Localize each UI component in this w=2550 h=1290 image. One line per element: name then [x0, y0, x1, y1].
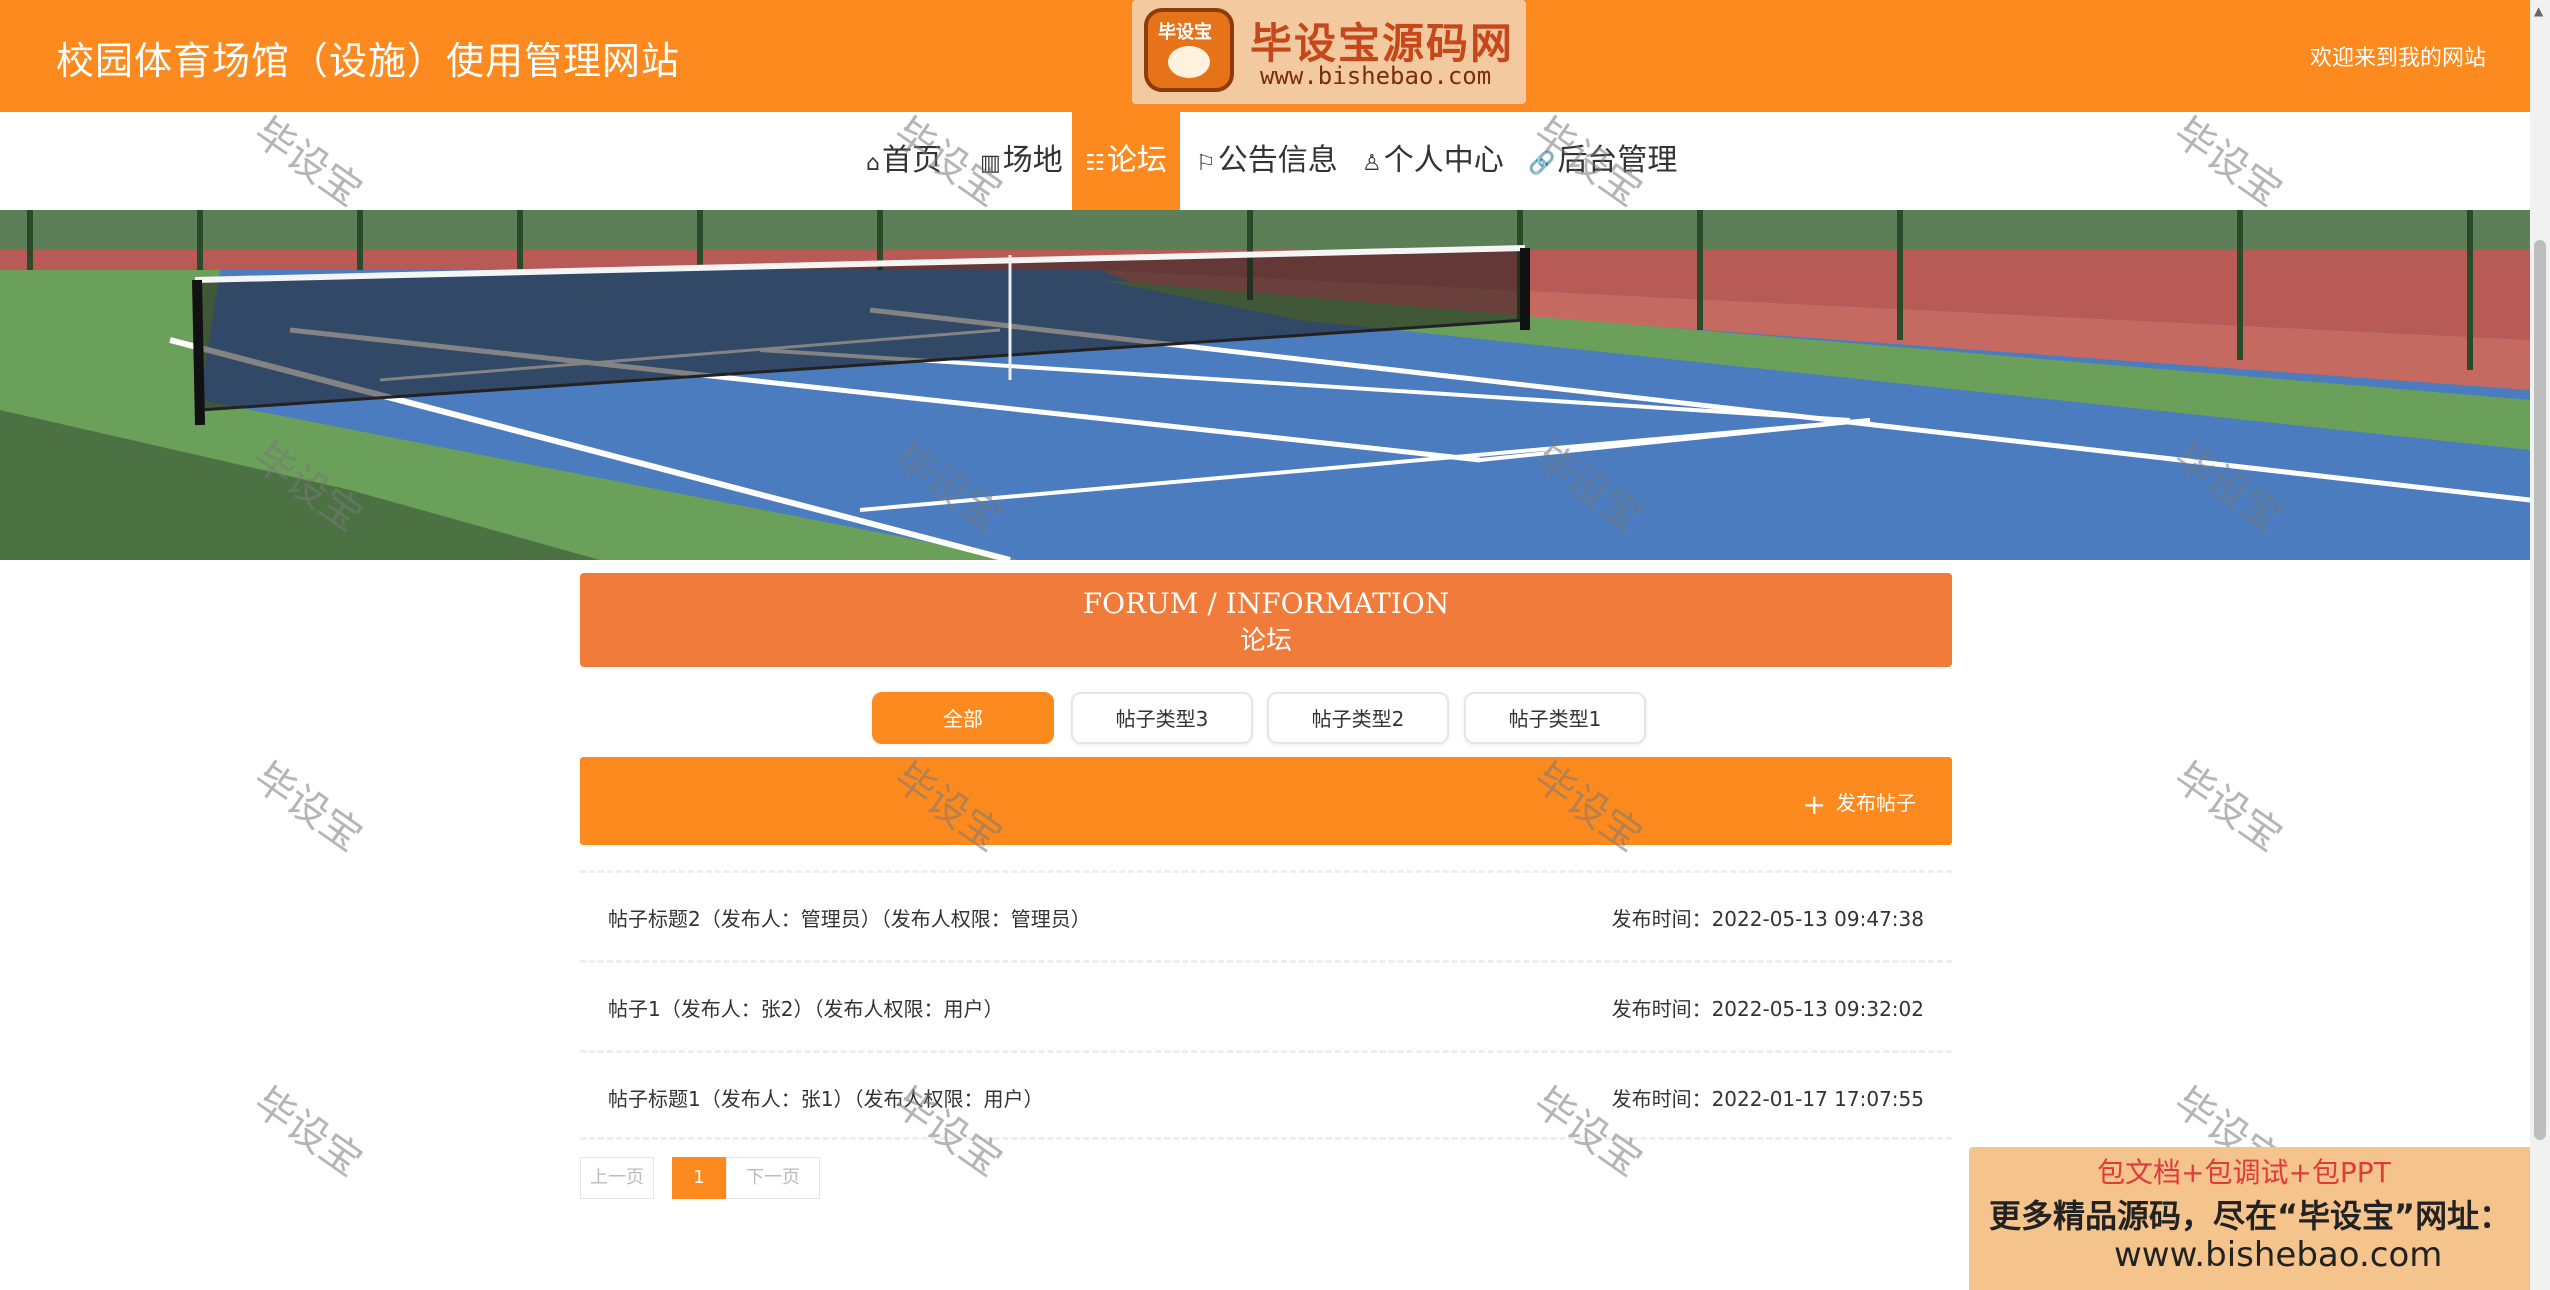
logo-badge-icon: 毕设宝: [1144, 8, 1234, 92]
post-title[interactable]: 帖子1（发布人：张2）（发布人权限：用户）: [608, 993, 1003, 1022]
nav-item-notice[interactable]: ⚐公告信息: [1196, 112, 1338, 210]
nav-item-user-center[interactable]: ♙个人中心: [1362, 112, 1504, 210]
user-icon: ♙: [1362, 151, 1382, 176]
forum-action-bar: + 发布帖子: [580, 757, 1952, 845]
post-type-tabs: 全部 帖子类型3 帖子类型2 帖子类型1: [0, 692, 2550, 744]
watermark: 毕设宝: [245, 754, 371, 861]
page-scrollbar[interactable]: ▲: [2530, 0, 2550, 1290]
tab-type1[interactable]: 帖子类型1: [1464, 692, 1646, 744]
link-icon: 🔗: [1528, 151, 1556, 176]
scrollbar-thumb[interactable]: [2534, 240, 2546, 1140]
home-icon: ⌂: [866, 151, 880, 176]
promo-banner[interactable]: 包文档+包调试+包PPT 更多精品源码，尽在“毕设宝”网址： www.bishe…: [1969, 1147, 2550, 1290]
tennis-court-photo: [0, 210, 2530, 560]
forum-icon: ☷: [1085, 151, 1105, 176]
flag-icon: ⚐: [1196, 151, 1216, 176]
welcome-text: 欢迎来到我的网站: [2309, 46, 2486, 71]
watermark: 毕设宝: [2165, 754, 2291, 861]
post-list: 帖子标题2（发布人：管理员）（发布人权限：管理员） 发布时间：2022-05-1…: [580, 870, 1952, 1140]
banner-carousel[interactable]: [0, 210, 2530, 560]
nav-item-venue[interactable]: ▥场地: [980, 112, 1063, 210]
header-bar: 校园体育场馆（设施）使用管理网站 毕设宝 毕设宝源码网 www.bishebao…: [0, 0, 2530, 112]
plus-icon: +: [1802, 788, 1826, 821]
tab-all[interactable]: 全部: [872, 692, 1054, 744]
prev-page-button[interactable]: 上一页: [580, 1157, 654, 1199]
post-time: 发布时间：2022-05-13 09:32:02: [1611, 997, 1924, 1021]
nav-item-forum[interactable]: ☷论坛: [1072, 112, 1180, 210]
logo: 毕设宝 毕设宝源码网 www.bishebao.com: [1132, 0, 1526, 104]
promo-line-2: 更多精品源码，尽在“毕设宝”网址：: [1989, 1197, 2512, 1235]
tab-type2[interactable]: 帖子类型2: [1267, 692, 1449, 744]
promo-line-3: www.bishebao.com: [2114, 1235, 2443, 1275]
post-title[interactable]: 帖子标题1（发布人：张1）（发布人权限：用户）: [608, 1083, 1043, 1112]
page: 校园体育场馆（设施）使用管理网站 毕设宝 毕设宝源码网 www.bishebao…: [0, 0, 2550, 1290]
promo-line-1: 包文档+包调试+包PPT: [2097, 1156, 2391, 1189]
tab-type3[interactable]: 帖子类型3: [1071, 692, 1253, 744]
list-item[interactable]: 帖子标题1（发布人：张1）（发布人权限：用户） 发布时间：2022-01-17 …: [580, 1050, 1952, 1140]
logo-badge-text: 毕设宝: [1158, 22, 1212, 43]
forum-heading-cn: 论坛: [1239, 626, 1292, 656]
publish-post-button[interactable]: + 发布帖子: [1803, 787, 1916, 821]
main-nav: ⌂首页 ▥场地 ☷论坛 ⚐公告信息 ♙个人中心 🔗后台管理: [0, 112, 2530, 210]
post-time: 发布时间：2022-05-13 09:47:38: [1611, 907, 1924, 931]
watermark: 毕设宝: [245, 1079, 371, 1186]
page-1-button[interactable]: 1: [672, 1157, 726, 1199]
post-time: 发布时间：2022-01-17 17:07:55: [1611, 1087, 1924, 1111]
nav-item-admin[interactable]: 🔗后台管理: [1528, 112, 1677, 210]
forum-heading-en: FORUM / INFORMATION: [1082, 587, 1450, 620]
post-title[interactable]: 帖子标题2（发布人：管理员）（发布人权限：管理员）: [608, 903, 1091, 932]
list-item[interactable]: 帖子1（发布人：张2）（发布人权限：用户） 发布时间：2022-05-13 09…: [580, 960, 1952, 1050]
list-item[interactable]: 帖子标题2（发布人：管理员）（发布人权限：管理员） 发布时间：2022-05-1…: [580, 870, 1952, 960]
venue-icon: ▥: [980, 151, 1001, 176]
nav-item-home[interactable]: ⌂首页: [866, 112, 942, 210]
forum-heading: FORUM / INFORMATION 论坛: [580, 573, 1952, 667]
next-page-button[interactable]: 下一页: [726, 1157, 820, 1199]
site-title: 校园体育场馆（设施）使用管理网站: [56, 39, 681, 83]
logo-url: www.bishebao.com: [1260, 62, 1492, 90]
scroll-up-icon[interactable]: ▲: [2534, 4, 2543, 18]
